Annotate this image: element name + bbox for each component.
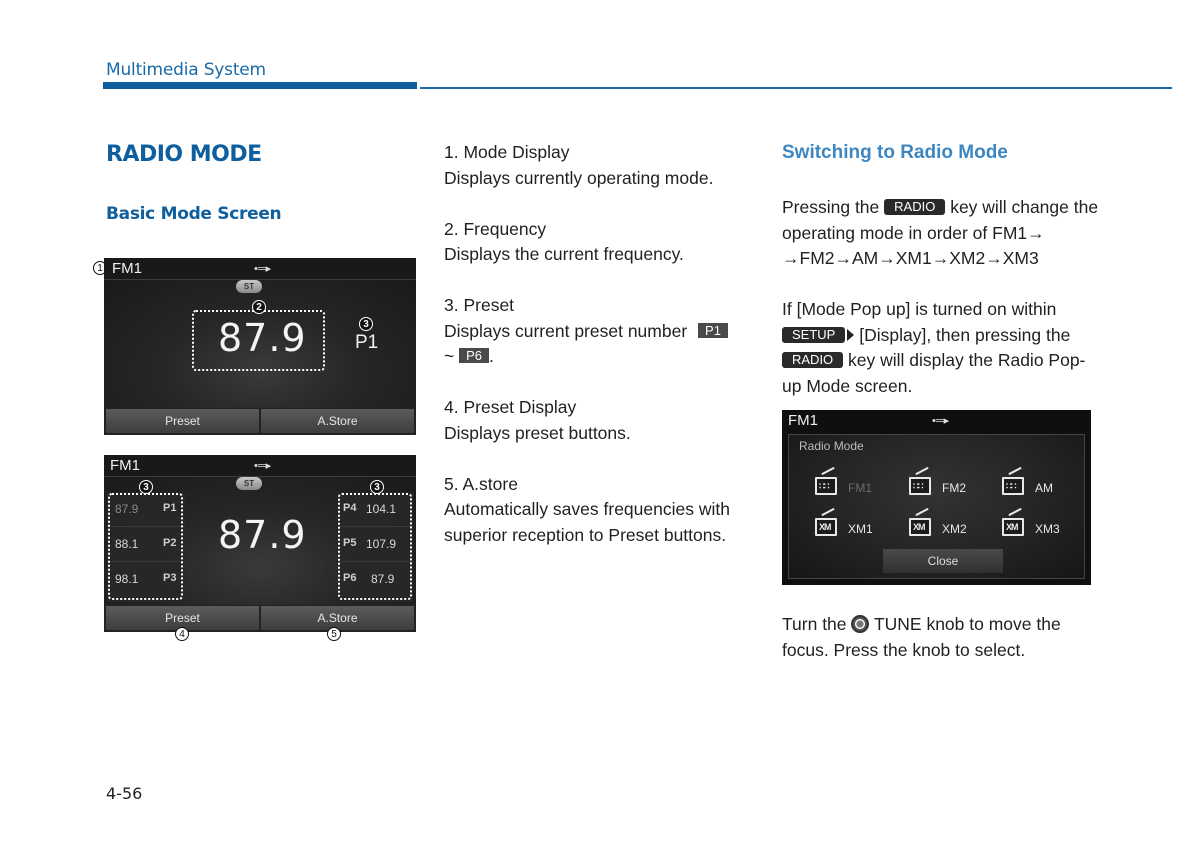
screen-body: ST 87.9 87.9 P1 88.1 P2 98.1 P3 3 P4 104… <box>104 477 416 605</box>
screen-topbar: FM1 •═▸ <box>104 258 416 280</box>
mode-option-xm3[interactable]: XM XM3 <box>1002 514 1092 540</box>
switching-title: Switching to Radio Mode <box>782 142 1008 163</box>
arrow-right-icon <box>847 328 855 341</box>
section-subtitle: Basic Mode Screen <box>106 204 282 224</box>
descriptions-column: 1. Mode Display Displays currently opera… <box>444 140 764 548</box>
desc-title: 4. Preset Display <box>444 397 577 417</box>
switching-para-2: If [Mode Pop up] is turned on within SET… <box>782 297 1102 399</box>
tilde: ~ <box>444 346 455 366</box>
mode-option-label: XM1 <box>848 522 873 536</box>
mode-option-label: FM2 <box>942 481 966 495</box>
switching-column: Pressing the RADIO key will change the o… <box>782 195 1102 399</box>
radio-preset-screen: FM1 •═▸ ST 87.9 87.9 P1 88.1 P2 98.1 P3 … <box>104 455 416 632</box>
para-text: Turn the <box>782 614 847 634</box>
desc-text: Displays currently operating mode. <box>444 167 714 188</box>
close-button[interactable]: Close <box>883 549 1003 573</box>
frequency-display: 87.9 <box>218 513 307 557</box>
callout-5: 5 <box>327 627 341 641</box>
xm-radio-icon: XM <box>1002 518 1024 536</box>
header-rule-thin <box>420 87 1172 89</box>
callout-3-right: 3 <box>370 480 384 494</box>
fm-radio-icon: ∷∷ <box>815 477 837 495</box>
screen-body: ST 2 87.9 3 P1 <box>104 280 416 408</box>
preset-button[interactable]: Preset <box>106 409 259 433</box>
xm-radio-icon: XM <box>909 518 931 536</box>
tune-knob-icon <box>851 615 870 633</box>
preset-right-highlight <box>338 493 412 600</box>
fm-radio-icon: ∷∷ <box>909 477 931 495</box>
panel-title: Radio Mode <box>799 439 864 453</box>
screen-button-row: Preset A.Store <box>104 605 416 632</box>
radio-key: RADIO <box>782 352 844 368</box>
preset-tag-p6: P6 <box>459 348 490 363</box>
switching-para-1: Pressing the RADIO key will change the o… <box>782 195 1102 272</box>
tune-instructions: Turn the TUNE knob to move the focus. Pr… <box>782 612 1102 663</box>
stereo-badge: ST <box>236 477 262 490</box>
para-text: If [Mode Pop up] is turned on within <box>782 299 1057 319</box>
callout-3-left: 3 <box>139 480 153 494</box>
frequency-display: 87.9 <box>218 316 307 360</box>
desc-text: Displays preset buttons. <box>444 422 631 443</box>
desc-title: 1. Mode Display <box>444 142 570 162</box>
am-radio-icon: ∷∷ <box>1002 477 1024 495</box>
header-rule-thick <box>103 82 417 89</box>
usb-icon: •═▸ <box>932 415 950 427</box>
astore-button[interactable]: A.Store <box>261 606 414 630</box>
mode-option-am[interactable]: ∷∷ AM <box>1002 473 1092 499</box>
callout-3: 3 <box>359 317 373 331</box>
page-number: 4-56 <box>106 784 143 803</box>
desc-title: 5. A.store <box>444 473 518 494</box>
mode-option-label: XM3 <box>1035 522 1060 536</box>
screen-topbar: FM1 •═▸ <box>104 455 416 477</box>
mode-option-fm1[interactable]: ∷∷ FM1 <box>815 473 905 499</box>
preset-tag-p1: P1 <box>698 322 728 338</box>
running-header-title: Multimedia System <box>106 60 266 80</box>
mode-sequence: →FM2→AM→XM1→XM2→XM3 <box>782 248 1039 268</box>
usb-icon: •═▸ <box>254 460 272 472</box>
mode-label: FM1 <box>788 412 818 429</box>
desc-title: 2. Frequency <box>444 218 547 239</box>
xm-radio-icon: XM <box>815 518 837 536</box>
desc-text: Automatically saves frequencies with sup… <box>444 499 730 545</box>
desc-text-after: . <box>489 346 494 366</box>
setup-key: SETUP <box>782 326 846 343</box>
current-preset: P1 <box>355 332 379 353</box>
stereo-badge: ST <box>236 280 262 293</box>
mode-label: FM1 <box>110 457 140 474</box>
preset-left-highlight <box>108 493 183 600</box>
callout-4: 4 <box>175 627 189 641</box>
mode-option-label: FM1 <box>848 481 872 495</box>
usb-icon: •═▸ <box>254 263 272 275</box>
screen-button-row: Preset A.Store <box>104 408 416 435</box>
desc-text-before: Displays current preset number <box>444 320 688 341</box>
radio-popup-screen: FM1 •═▸ Radio Mode ∷∷ FM1 ∷∷ FM2 ∷∷ AM X… <box>782 410 1091 585</box>
para-text: Pressing the <box>782 197 880 217</box>
section-title: RADIO MODE <box>106 142 262 167</box>
radio-key: RADIO <box>884 199 946 215</box>
mode-option-fm2[interactable]: ∷∷ FM2 <box>909 473 999 499</box>
radio-basic-screen: FM1 •═▸ ST 2 87.9 3 P1 Preset A.Store <box>104 258 416 435</box>
mode-option-xm2[interactable]: XM XM2 <box>909 514 999 540</box>
para-text: [Display], then pressing the <box>859 324 1071 345</box>
mode-option-xm1[interactable]: XM XM1 <box>815 514 905 540</box>
mode-option-label: XM2 <box>942 522 967 536</box>
radio-mode-panel: Radio Mode ∷∷ FM1 ∷∷ FM2 ∷∷ AM XM XM1 XM… <box>788 434 1085 579</box>
callout-2: 2 <box>252 300 266 314</box>
mode-label: FM1 <box>112 260 142 277</box>
desc-text: Displays the current frequency. <box>444 244 684 264</box>
mode-option-label: AM <box>1035 481 1053 495</box>
desc-text: Displays current preset number P1 ~ P6. <box>444 319 764 370</box>
astore-button[interactable]: A.Store <box>261 409 414 433</box>
desc-title: 3. Preset <box>444 295 515 315</box>
